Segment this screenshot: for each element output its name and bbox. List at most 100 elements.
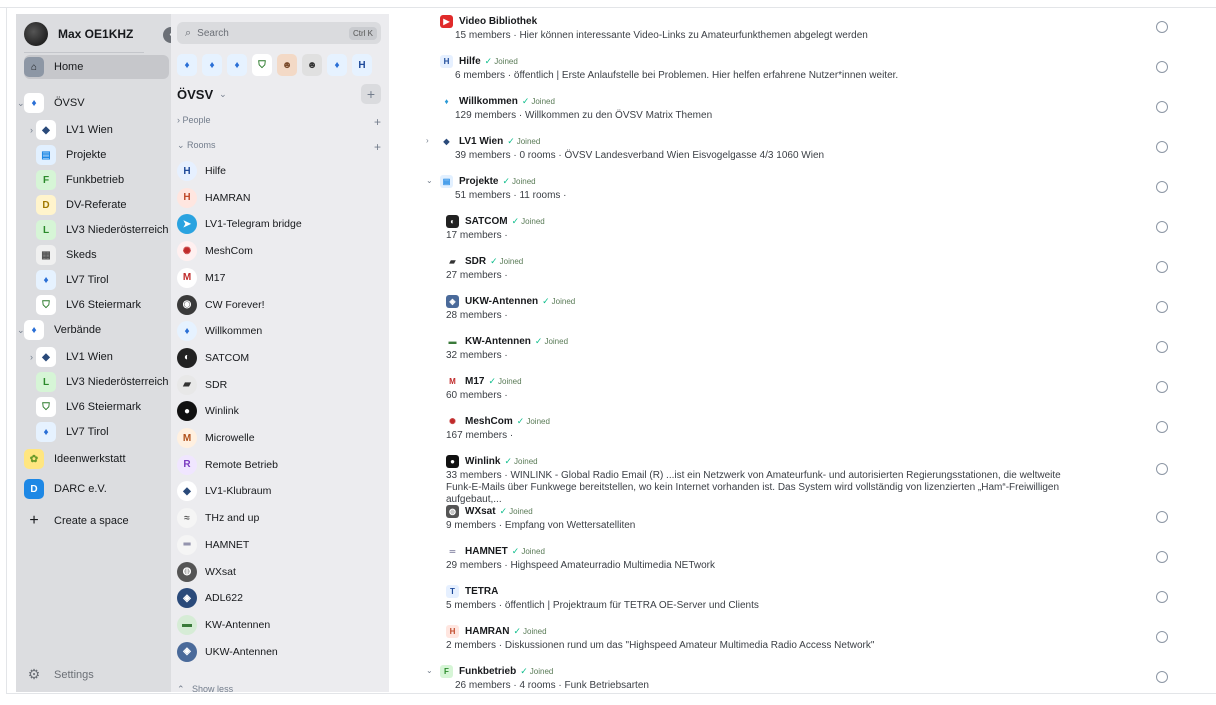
breadcrumb-avatar[interactable]: H — [352, 54, 372, 76]
chevron-down-icon[interactable]: ⌄ — [426, 666, 433, 675]
hierarchy-row[interactable]: ◐ SATCOM ✓ Joined 17 members · — [390, 215, 1216, 255]
room-item[interactable]: H Hilfe — [177, 159, 381, 183]
hierarchy-row[interactable]: › ◆ LV1 Wien ✓ Joined 39 members · 0 rooms · … — [390, 135, 1216, 175]
select-radio[interactable] — [1156, 381, 1168, 393]
room-item[interactable]: ◐ SATCOM — [177, 346, 381, 370]
chevron-right-icon[interactable]: › — [30, 125, 33, 135]
space-item-5[interactable]: D DV-Referate — [36, 193, 169, 217]
hierarchy-row[interactable]: ✺ MeshCom ✓ Joined 167 members · — [390, 415, 1216, 455]
section-people[interactable]: › People + — [177, 115, 381, 129]
space-item-16[interactable]: D DARC e.V. — [24, 477, 169, 501]
hierarchy-row[interactable]: ● Winlink ✓ Joined 33 members · WINLINK - Gl… — [390, 455, 1216, 505]
hierarchy-row[interactable]: ◈ UKW-Antennen ✓ Joined 28 members · — [390, 295, 1216, 335]
select-radio[interactable] — [1156, 21, 1168, 33]
breadcrumb-avatar[interactable]: ⛉ — [252, 54, 272, 76]
room-item[interactable]: ✺ MeshCom — [177, 239, 381, 263]
space-item-8[interactable]: ♦ LV7 Tirol — [36, 268, 169, 292]
breadcrumb-avatar[interactable]: ☻ — [302, 54, 322, 76]
space-item-13[interactable]: ⛉ LV6 Steiermark — [36, 395, 169, 419]
chevron-down-icon[interactable]: ⌄ — [426, 176, 433, 185]
select-radio[interactable] — [1156, 181, 1168, 193]
section-rooms-label: Rooms — [187, 140, 216, 150]
chevron-down-icon[interactable]: ⌄ — [17, 98, 25, 109]
section-rooms[interactable]: ⌄ Rooms + — [177, 140, 381, 154]
room-item[interactable]: ♦ Willkommen — [177, 319, 381, 343]
room-item[interactable]: ◈ UKW-Antennen — [177, 640, 381, 664]
space-item-17[interactable]: + Create a space — [24, 509, 169, 533]
select-radio[interactable] — [1156, 671, 1168, 683]
room-item[interactable]: ● Winlink — [177, 399, 381, 423]
room-avatar: ═ — [177, 534, 197, 555]
room-item[interactable]: M M17 — [177, 266, 381, 290]
add-room-section-button[interactable]: + — [374, 140, 381, 154]
space-title-menu[interactable]: ÖVSV ⌄ — [177, 87, 227, 102]
breadcrumb-avatar[interactable]: ♦ — [327, 54, 347, 76]
hierarchy-row[interactable]: H Hilfe ✓ Joined 6 members · öffentlich | Er… — [390, 55, 1216, 95]
hierarchy-row[interactable]: ═ HAMNET ✓ Joined 29 members · Highspeed Ama… — [390, 545, 1216, 585]
select-radio[interactable] — [1156, 421, 1168, 433]
select-radio[interactable] — [1156, 631, 1168, 643]
room-item[interactable]: ◆ LV1-Klubraum — [177, 479, 381, 503]
chevron-right-icon[interactable]: › — [30, 352, 33, 362]
select-radio[interactable] — [1156, 511, 1168, 523]
breadcrumb-avatar[interactable]: ♦ — [227, 54, 247, 76]
breadcrumb-avatar[interactable]: ☻ — [277, 54, 297, 76]
room-item[interactable]: ═ HAMNET — [177, 533, 381, 557]
settings-button[interactable]: ⚙ Settings — [24, 666, 94, 683]
user-menu[interactable]: Max OE1KHZ — [24, 22, 133, 46]
hierarchy-row[interactable]: ▬ KW-Antennen ✓ Joined 32 members · — [390, 335, 1216, 375]
room-item[interactable]: ◉ CW Forever! — [177, 293, 381, 317]
space-item-6[interactable]: L LV3 Niederösterreich — [36, 218, 169, 242]
select-radio[interactable] — [1156, 61, 1168, 73]
breadcrumb-avatar[interactable]: ♦ — [177, 54, 197, 76]
hierarchy-row[interactable]: ▶ Video Bibliothek 15 members · Hier könne… — [390, 15, 1216, 55]
room-description: 2 members · Diskussionen rund um das "Hi… — [446, 640, 875, 651]
select-radio[interactable] — [1156, 261, 1168, 273]
hierarchy-row[interactable]: ⌄ F Funkbetrieb ✓ Joined 26 members · 4 rooms… — [390, 665, 1216, 693]
space-item-15[interactable]: ✿ Ideenwerkstatt — [24, 447, 169, 471]
space-item-11[interactable]: › ◆ LV1 Wien — [30, 345, 169, 369]
chevron-right-icon[interactable]: › — [426, 136, 429, 145]
room-item[interactable]: ➤ LV1-Telegram bridge — [177, 212, 381, 236]
select-radio[interactable] — [1156, 463, 1168, 475]
room-item[interactable]: ▰ SDR — [177, 373, 381, 397]
hierarchy-row[interactable]: M M17 ✓ Joined 60 members · — [390, 375, 1216, 415]
space-item-10[interactable]: ⌄ ♦ Verbände — [17, 318, 169, 342]
hierarchy-row[interactable]: ♦ Willkommen ✓ Joined 129 members · Willkomm… — [390, 95, 1216, 135]
hierarchy-row[interactable]: ⌄ ▤ Projekte ✓ Joined 51 members · 11 rooms · — [390, 175, 1216, 215]
room-avatar: F — [440, 665, 453, 678]
select-radio[interactable] — [1156, 101, 1168, 113]
hierarchy-row[interactable]: H HAMRAN ✓ Joined 2 members · Diskussionen r… — [390, 625, 1216, 665]
select-radio[interactable] — [1156, 301, 1168, 313]
hierarchy-row[interactable]: ▰ SDR ✓ Joined 27 members · — [390, 255, 1216, 295]
room-item[interactable]: R Remote Betrieb — [177, 453, 381, 477]
room-item[interactable]: M Microwelle — [177, 426, 381, 450]
space-item-3[interactable]: ▤ Projekte — [36, 143, 169, 167]
space-item-14[interactable]: ♦ LV7 Tirol — [36, 420, 169, 444]
search-input[interactable]: ⌕ Search Ctrl K — [177, 22, 381, 44]
space-item-0[interactable]: ⌂ Home — [24, 55, 169, 79]
room-item[interactable]: ≈ THz and up — [177, 506, 381, 530]
add-room-button[interactable]: + — [361, 84, 381, 104]
select-radio[interactable] — [1156, 551, 1168, 563]
space-item-1[interactable]: ⌄ ♦ ÖVSV — [17, 91, 169, 115]
select-radio[interactable] — [1156, 341, 1168, 353]
select-radio[interactable] — [1156, 141, 1168, 153]
hierarchy-row[interactable]: ◍ WXsat ✓ Joined 9 members · Empfang von Wet… — [390, 505, 1216, 545]
room-item[interactable]: ◈ ADL622 — [177, 586, 381, 610]
select-radio[interactable] — [1156, 591, 1168, 603]
hierarchy-row[interactable]: T TETRA 5 members · öffentlich | Projektra… — [390, 585, 1216, 625]
breadcrumb-avatar[interactable]: ♦ — [202, 54, 222, 76]
space-item-12[interactable]: L LV3 Niederösterreich — [36, 370, 169, 394]
space-item-2[interactable]: › ◆ LV1 Wien — [30, 118, 169, 142]
room-item[interactable]: H HAMRAN — [177, 186, 381, 210]
room-item[interactable]: ▬ KW-Antennen — [177, 613, 381, 637]
space-item-4[interactable]: F Funkbetrieb — [36, 168, 169, 192]
chevron-down-icon[interactable]: ⌄ — [17, 325, 25, 336]
select-radio[interactable] — [1156, 221, 1168, 233]
show-less-button[interactable]: ⌃ Show less — [177, 684, 233, 695]
add-people-button[interactable]: + — [374, 115, 381, 129]
space-item-7[interactable]: ▦ Skeds — [36, 243, 169, 267]
room-item[interactable]: ◍ WXsat — [177, 560, 381, 584]
space-item-9[interactable]: ⛉ LV6 Steiermark — [36, 293, 169, 317]
